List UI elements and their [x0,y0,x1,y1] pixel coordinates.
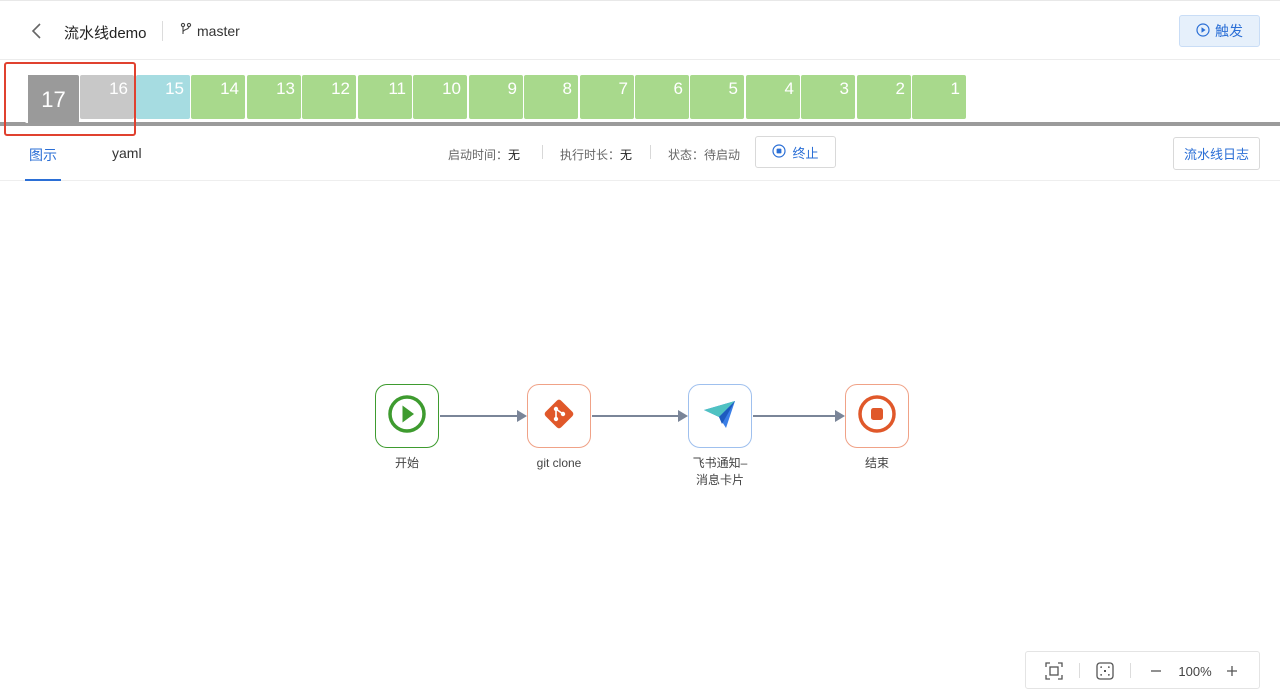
divider [1079,663,1080,678]
run-12[interactable]: 12 [302,75,356,119]
divider [650,145,651,159]
edge-start-to-git [440,410,527,422]
divider [162,21,163,41]
start-time-label: 启动时间： [448,148,509,162]
top-bar: 流水线demo master 触发 [0,0,1280,60]
status-value: 待启动 [704,148,741,162]
run-17[interactable]: 17 [25,75,79,123]
divider [1130,663,1131,678]
node-end-label: 结束 [864,456,889,470]
edge-git-to-feishu [592,410,688,422]
node-git-clone[interactable] [527,384,591,448]
stop-button[interactable]: 终止 [755,136,836,168]
run-history-baseline [0,122,1280,126]
run-3[interactable]: 3 [801,75,855,119]
run-15[interactable]: 15 [136,75,190,119]
run-14[interactable]: 14 [191,75,245,119]
start-time-value: 无 [508,148,521,162]
run-9[interactable]: 9 [469,75,523,119]
duration-info: 执行时长： 无 [560,146,632,163]
node-start-label: 开始 [394,456,419,470]
run-10[interactable]: 10 [413,75,467,119]
pipeline-log-button[interactable]: 流水线日志 [1173,137,1260,170]
stop-circle-icon [772,143,787,161]
paper-plane-icon [700,394,740,439]
run-6[interactable]: 6 [635,75,689,119]
zoom-out-icon[interactable] [1146,661,1166,681]
node-start[interactable] [375,384,439,448]
status-label: 状态： [668,148,705,162]
branch-icon [180,22,192,39]
play-circle-icon [1196,22,1210,40]
center-view-icon[interactable] [1095,661,1115,681]
pipeline-title: 流水线demo [64,25,147,42]
node-feishu-notify-label: 飞书通知– 消息卡片 [692,456,748,487]
edge-feishu-to-end [753,410,845,422]
stop-icon [857,394,897,439]
back-icon[interactable] [26,20,48,42]
trigger-button[interactable]: 触发 [1179,15,1260,47]
node-git-clone-label: git clone [536,456,582,470]
run-8[interactable]: 8 [524,75,578,119]
status-info: 状态： 待启动 [668,146,740,163]
run-11[interactable]: 11 [358,75,412,119]
branch-selector[interactable]: master [180,22,240,39]
duration-label: 执行时长： [560,148,621,162]
branch-name: master [197,22,240,39]
zoom-level: 100% [1178,663,1212,679]
view-tabs-bar: 图示 yaml 启动时间： 无 执行时长： 无 状态： 待启动 终止 流水线日志 [0,127,1280,181]
zoom-toolbar: 100% [1025,651,1260,689]
run-4[interactable]: 4 [746,75,800,119]
node-feishu-notify[interactable] [688,384,752,448]
run-7[interactable]: 7 [580,75,634,119]
tab-graph[interactable]: 图示 [29,145,57,165]
play-icon [387,394,427,439]
duration-value: 无 [620,148,633,162]
stop-label: 终止 [792,145,819,161]
trigger-label: 触发 [1215,23,1243,39]
node-end[interactable] [845,384,909,448]
divider [542,145,543,159]
zoom-in-icon[interactable] [1222,661,1242,681]
run-2[interactable]: 2 [857,75,911,119]
run-5[interactable]: 5 [690,75,744,119]
active-tab-indicator [25,179,61,181]
run-16[interactable]: 16 [80,75,134,119]
start-time-info: 启动时间： 无 [448,146,520,163]
tab-yaml[interactable]: yaml [112,145,142,161]
fit-view-icon[interactable] [1044,661,1064,681]
run-13[interactable]: 13 [247,75,301,119]
git-icon [541,396,577,437]
run-1[interactable]: 1 [912,75,966,119]
